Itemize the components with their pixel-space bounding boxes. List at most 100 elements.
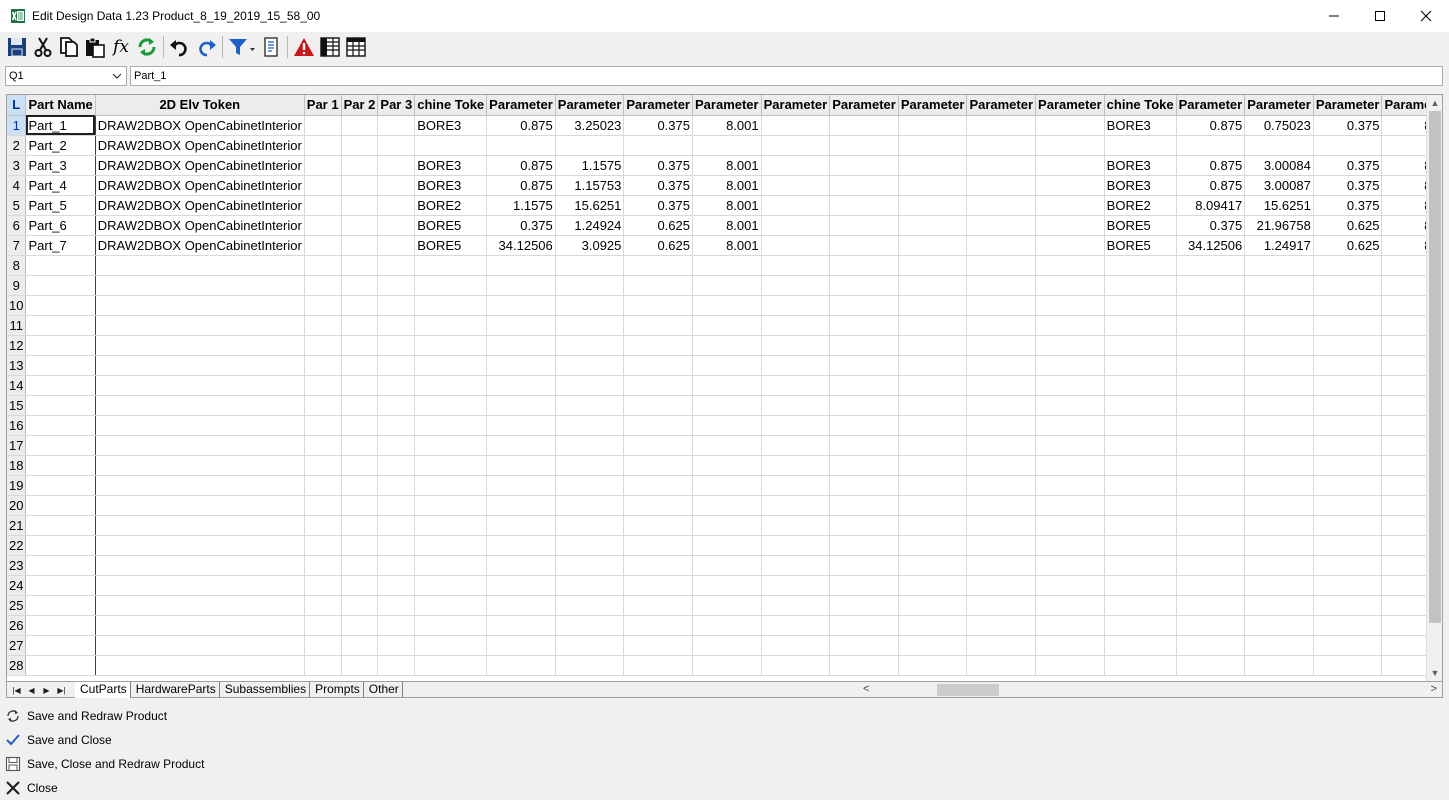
cell[interactable] [1176, 495, 1246, 516]
cell[interactable] [555, 335, 625, 356]
cell[interactable] [761, 295, 831, 316]
cell[interactable] [341, 515, 379, 536]
scroll-down-arrow[interactable]: ▼ [1427, 665, 1442, 681]
cell[interactable] [1104, 535, 1177, 556]
cell[interactable] [966, 475, 1037, 496]
cell[interactable]: BORE3 [414, 175, 488, 196]
cell[interactable] [623, 535, 693, 556]
cell[interactable] [623, 455, 693, 476]
cell[interactable] [966, 195, 1037, 216]
cell[interactable] [966, 455, 1037, 476]
cell[interactable] [761, 435, 831, 456]
cell[interactable] [761, 515, 831, 536]
cell[interactable] [692, 475, 762, 496]
cell[interactable]: 3.00087 [1244, 175, 1314, 196]
cell[interactable]: 1.24917 [1244, 235, 1314, 256]
cell[interactable]: Part_2 [25, 135, 96, 156]
cell[interactable] [829, 495, 899, 516]
cell[interactable] [1104, 655, 1177, 676]
cell[interactable] [1381, 315, 1427, 336]
cell[interactable] [304, 655, 342, 676]
cell[interactable] [1244, 455, 1314, 476]
cell[interactable] [1176, 315, 1246, 336]
cell[interactable] [486, 295, 556, 316]
cell[interactable] [377, 275, 416, 296]
cell[interactable] [1244, 475, 1314, 496]
cell[interactable] [95, 395, 305, 416]
cell[interactable] [829, 475, 899, 496]
cell[interactable]: Part_4 [25, 175, 96, 196]
cell[interactable] [304, 195, 342, 216]
columns-button[interactable] [317, 34, 343, 60]
cell[interactable] [377, 175, 416, 196]
cell[interactable] [486, 315, 556, 336]
cell[interactable] [414, 475, 488, 496]
cell[interactable] [377, 575, 416, 596]
cell[interactable] [486, 395, 556, 416]
cell[interactable]: 1.15753 [555, 175, 625, 196]
cell[interactable]: 8.001 [692, 155, 762, 176]
cell[interactable] [555, 475, 625, 496]
cell[interactable] [1313, 395, 1383, 416]
cell[interactable] [377, 635, 416, 656]
cell[interactable] [829, 215, 899, 236]
row-header[interactable]: 10 [7, 295, 27, 316]
row-header[interactable]: 16 [7, 415, 27, 436]
cell[interactable] [966, 175, 1037, 196]
cell[interactable]: 8.09417 [1176, 195, 1246, 216]
cell[interactable] [1104, 395, 1177, 416]
cell[interactable] [377, 375, 416, 396]
cell[interactable] [341, 295, 379, 316]
cell[interactable] [1035, 295, 1105, 316]
cell[interactable] [1176, 475, 1246, 496]
cell[interactable] [898, 655, 968, 676]
next-tab-icon[interactable]: ▶ [39, 686, 54, 695]
cell[interactable] [1104, 575, 1177, 596]
cell[interactable] [1104, 595, 1177, 616]
sheet-tab[interactable]: Subassemblies [220, 682, 311, 698]
cell[interactable] [829, 135, 899, 156]
cell[interactable]: 34.12506 [1176, 235, 1246, 256]
cell[interactable] [304, 435, 342, 456]
cell[interactable] [966, 555, 1037, 576]
cell[interactable] [1381, 355, 1427, 376]
cell[interactable]: 0.375 [486, 215, 556, 236]
cell[interactable] [692, 595, 762, 616]
cell[interactable] [486, 415, 556, 436]
cell[interactable] [1104, 475, 1177, 496]
cell[interactable] [898, 375, 968, 396]
cell[interactable] [377, 415, 416, 436]
cell[interactable] [761, 115, 831, 136]
cell[interactable]: 0.75023 [1244, 115, 1314, 136]
cell[interactable] [377, 195, 416, 216]
cell[interactable] [1176, 575, 1246, 596]
cell[interactable] [341, 615, 379, 636]
cell[interactable] [1104, 415, 1177, 436]
cell[interactable] [95, 295, 305, 316]
cell[interactable] [304, 175, 342, 196]
cell[interactable] [377, 515, 416, 536]
cell[interactable] [829, 195, 899, 216]
cell[interactable] [1035, 375, 1105, 396]
cell[interactable] [95, 635, 305, 656]
cell[interactable] [898, 175, 968, 196]
warning-button[interactable] [291, 34, 317, 60]
cell[interactable]: DRAW2DBOX OpenCabinetInterior [95, 115, 305, 136]
cell[interactable] [1104, 515, 1177, 536]
cell[interactable] [761, 475, 831, 496]
cell[interactable] [829, 275, 899, 296]
cell[interactable] [25, 315, 96, 336]
cell[interactable] [966, 535, 1037, 556]
column-header[interactable]: Parameter [692, 95, 762, 116]
row-header[interactable]: 25 [7, 595, 27, 616]
cell[interactable] [1313, 495, 1383, 516]
cell[interactable] [1244, 295, 1314, 316]
cell[interactable] [486, 655, 556, 676]
cell[interactable] [761, 395, 831, 416]
cell[interactable]: 3.25023 [555, 115, 625, 136]
cell[interactable] [1104, 335, 1177, 356]
cell[interactable] [1313, 555, 1383, 576]
horizontal-scroll-thumb[interactable] [937, 684, 999, 696]
row-header[interactable]: 27 [7, 635, 27, 656]
scroll-right-arrow[interactable]: > [1431, 682, 1437, 697]
